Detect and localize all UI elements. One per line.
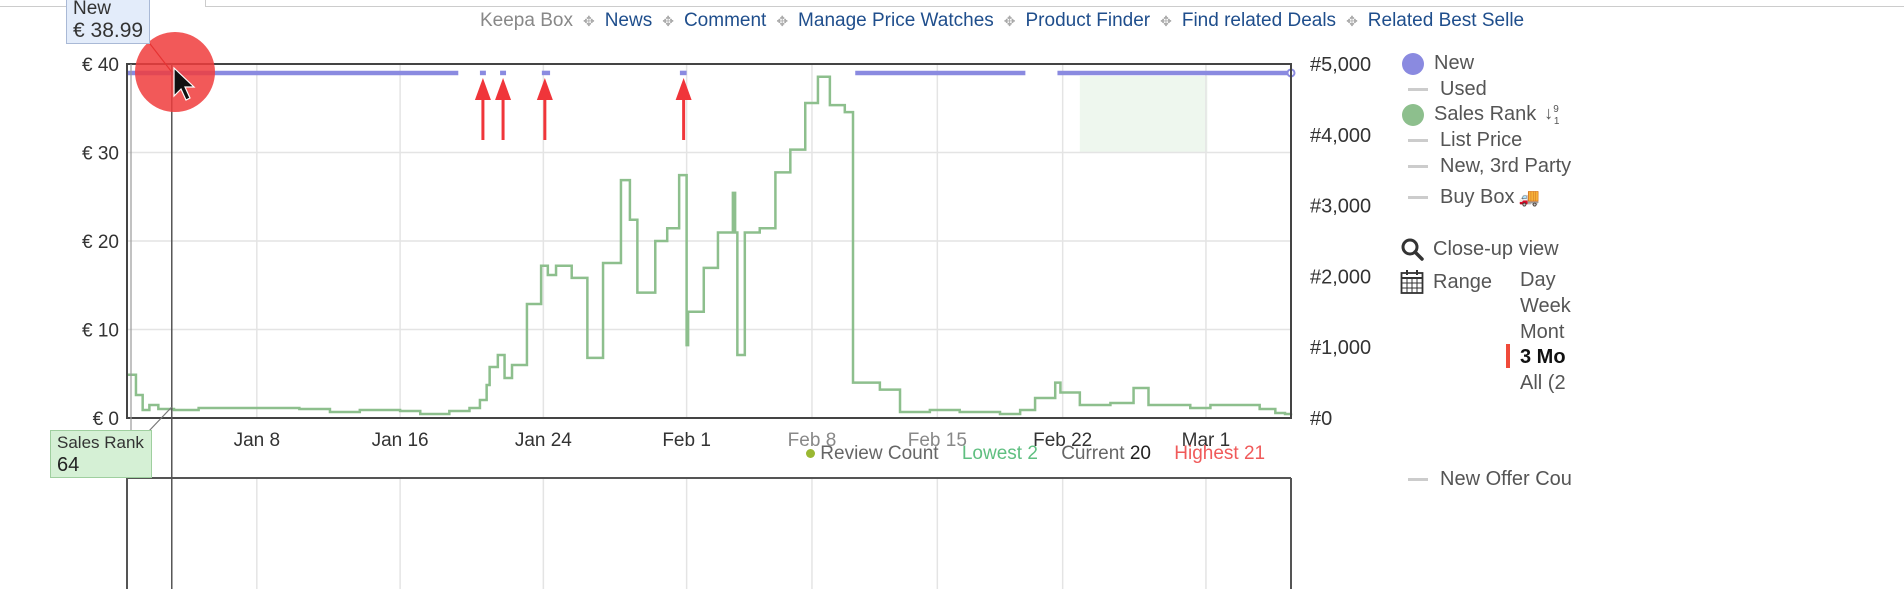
calendar-icon xyxy=(1400,270,1424,294)
annotation-arrow-icon xyxy=(474,78,491,140)
range-month[interactable]: Mont xyxy=(1520,321,1564,344)
arrow-head xyxy=(495,78,512,100)
annotation-arrow-icon xyxy=(495,78,512,140)
sort-numeric-icon[interactable]: ↓91 xyxy=(1544,103,1559,127)
tooltip-new: New € 38.99 xyxy=(66,0,151,44)
lowest-stat: Lowest 2 xyxy=(962,443,1038,464)
legend-new-3rd-party[interactable]: New, 3rd Party xyxy=(1406,155,1571,178)
magnifier-icon xyxy=(1401,238,1424,261)
current-label: Current xyxy=(1061,443,1125,464)
arrow-head xyxy=(536,78,553,100)
y-right-tick-label: #3,000 xyxy=(1310,196,1371,218)
legend-sales-rank[interactable]: Sales Rank ↓91 xyxy=(1400,103,1559,127)
y-left-tick-label: € 0 xyxy=(93,409,119,430)
new-dot-icon xyxy=(1402,52,1424,75)
y-right-tick-label: #5,000 xyxy=(1310,54,1371,76)
new-offer-count-line-icon xyxy=(1408,478,1428,481)
highest-label: Highest xyxy=(1174,443,1239,464)
y-right-tick-label: #2,000 xyxy=(1310,266,1371,288)
closeup-view-toggle[interactable]: Close-up view xyxy=(1400,237,1559,261)
range-label-row: Range xyxy=(1400,269,1492,295)
tooltip-new-value: € 38.99 xyxy=(73,19,144,42)
review-dot-icon xyxy=(806,449,815,459)
tooltip-new-label: New xyxy=(73,0,112,19)
lowest-value: 2 xyxy=(1027,443,1038,464)
legend-new-offer-count-label: New Offer Cou xyxy=(1440,468,1572,490)
x-tick-label: Feb 1 xyxy=(662,430,711,451)
legend-buy-box-label: Buy Box xyxy=(1440,186,1515,208)
truck-icon: 🚚 xyxy=(1518,187,1540,207)
range-label: Range xyxy=(1433,270,1492,293)
x-tick-label: Jan 24 xyxy=(515,430,572,451)
range-all[interactable]: All (2 xyxy=(1520,372,1566,395)
annotation-arrow-icon xyxy=(536,78,553,140)
highest-value: 21 xyxy=(1243,443,1266,464)
rank-tooltip-connector xyxy=(147,406,173,433)
new-3rd-party-line-icon xyxy=(1408,165,1428,168)
highlight-region xyxy=(1079,76,1208,152)
y-left-tick-label: € 10 xyxy=(82,321,119,342)
tooltip-rank-value: 64 xyxy=(57,454,80,476)
y-left-tick-label: € 20 xyxy=(82,232,119,253)
legend-new-label: New xyxy=(1434,52,1475,74)
y-left-tick-label: € 30 xyxy=(82,144,119,165)
legend-list-price[interactable]: List Price xyxy=(1406,129,1522,152)
used-line-icon xyxy=(1408,88,1428,91)
tooltip-sales-rank: Sales Rank 64 xyxy=(50,430,152,478)
x-tick-label: Jan 8 xyxy=(234,430,280,451)
legend-list-price-label: List Price xyxy=(1440,129,1523,151)
legend-new[interactable]: New xyxy=(1400,52,1474,75)
legend-sales-rank-label: Sales Rank xyxy=(1434,103,1537,126)
legend-new-3rd-party-label: New, 3rd Party xyxy=(1440,155,1572,177)
legend-buy-box[interactable]: Buy Box 🚚 xyxy=(1406,186,1540,209)
active-range-marker xyxy=(1506,344,1510,368)
y-left-tick-label: € 40 xyxy=(82,55,119,76)
y-right-tick-label: #0 xyxy=(1310,408,1332,430)
current-value: 20 xyxy=(1129,443,1151,464)
legend-used[interactable]: Used xyxy=(1406,78,1487,101)
highest-stat: Highest 21 xyxy=(1174,443,1265,464)
arrow-head xyxy=(675,78,692,100)
annotation-arrow-icon xyxy=(675,78,692,140)
legend-new-offer-count[interactable]: New Offer Cou xyxy=(1406,468,1572,491)
review-count-label[interactable]: Review Count xyxy=(820,443,938,464)
range-day[interactable]: Day xyxy=(1520,269,1556,292)
legend-used-label: Used xyxy=(1440,78,1487,100)
y-right-tick-label: #1,000 xyxy=(1310,337,1371,359)
x-tick-label: Jan 16 xyxy=(372,430,429,451)
current-stat: Current 20 xyxy=(1061,443,1151,464)
tooltip-rank-label: Sales Rank xyxy=(57,433,144,452)
closeup-label: Close-up view xyxy=(1433,237,1559,260)
sales-rank-dot-icon xyxy=(1402,103,1424,126)
list-price-line-icon xyxy=(1408,139,1428,142)
chart-legend: New Used Sales Rank ↓91 List Price New, 3… xyxy=(1400,0,1904,589)
y-right-tick-label: #4,000 xyxy=(1310,125,1371,147)
range-3-months[interactable]: 3 Mo xyxy=(1520,346,1566,369)
lowest-label: Lowest xyxy=(961,443,1023,464)
buy-box-line-icon xyxy=(1408,196,1428,199)
review-count-legend: Review Count Lowest 2 Current 20 Highest… xyxy=(806,443,1265,465)
range-week[interactable]: Week xyxy=(1520,295,1571,318)
arrow-head xyxy=(474,78,491,100)
